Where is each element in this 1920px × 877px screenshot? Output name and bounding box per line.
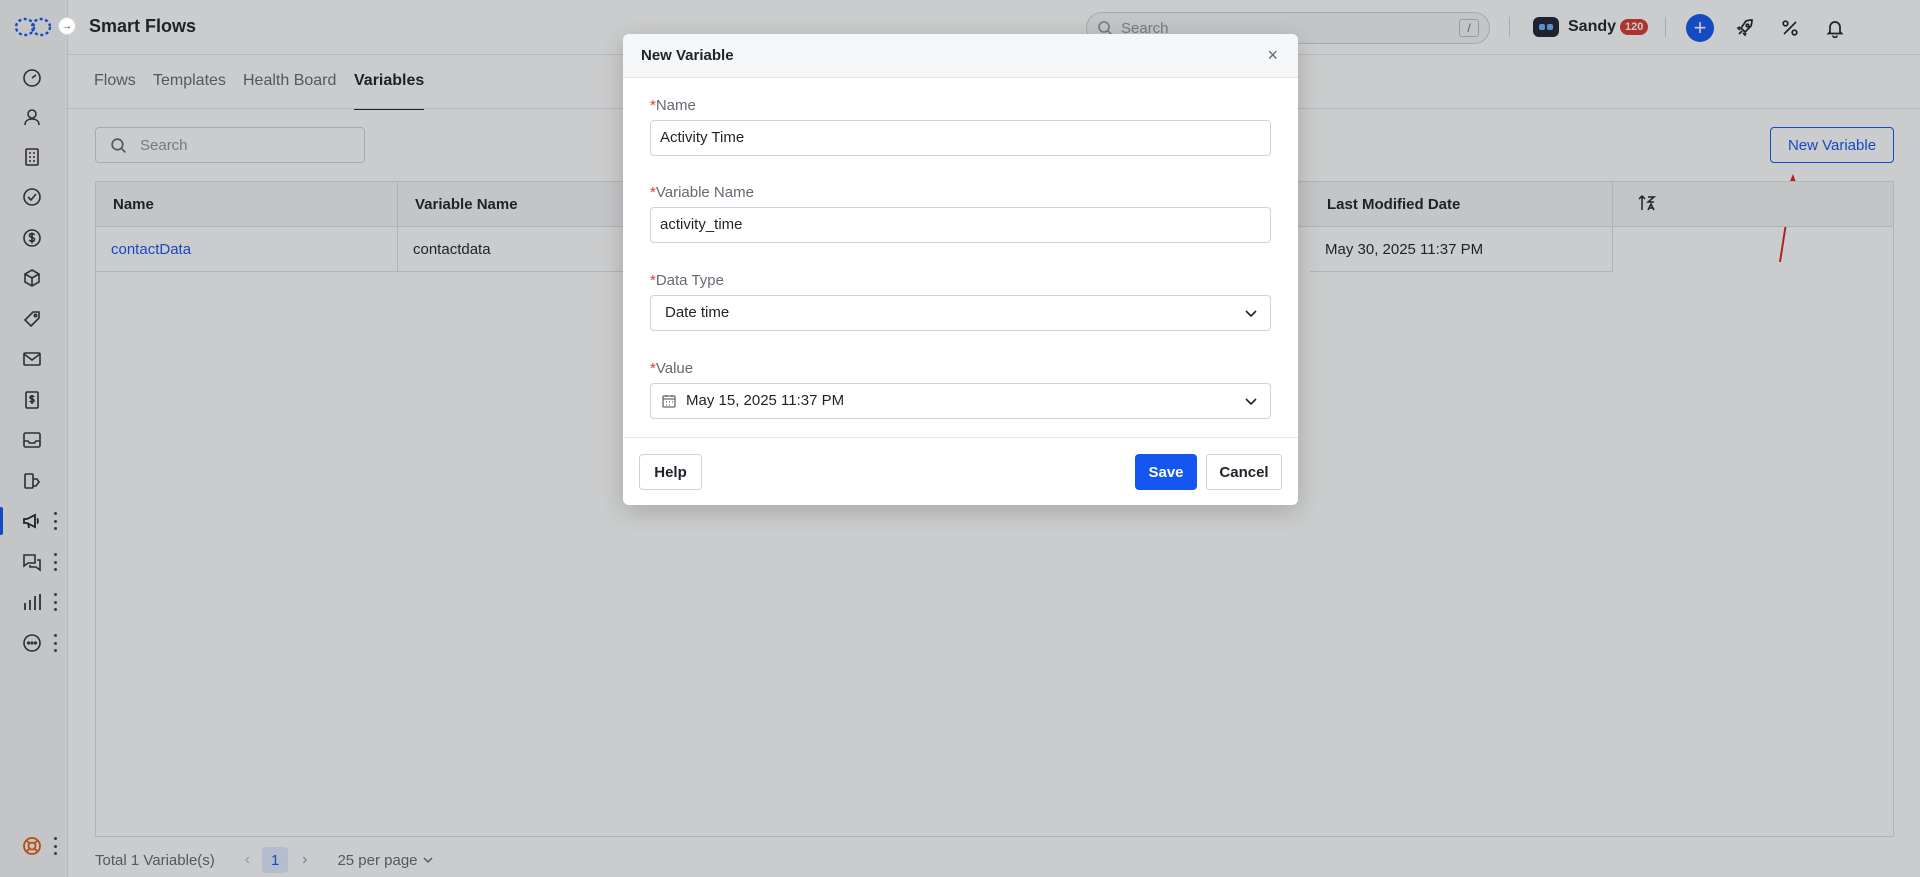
dialog-title: New Variable [641,47,734,64]
value-datetime-picker[interactable]: May 15, 2025 11:37 PM [650,383,1271,419]
variable-name-label: *Variable Name [650,184,754,201]
dialog-header: New Variable × [623,34,1298,78]
chevron-down-icon [1245,310,1257,318]
name-field[interactable]: Activity Time [650,120,1271,156]
data-type-label: *Data Type [650,272,724,289]
name-label: *Name [650,97,696,114]
calendar-icon [662,395,676,408]
help-button[interactable]: Help [639,454,702,490]
data-type-select[interactable]: Date time [650,295,1271,331]
value-label: *Value [650,360,694,377]
chevron-down-icon [1245,398,1257,406]
dialog-footer: Help Save Cancel [623,437,1298,505]
cancel-button[interactable]: Cancel [1206,454,1282,490]
expand-sidebar-button[interactable]: → [58,17,76,35]
variable-name-field[interactable]: activity_time [650,207,1271,243]
new-variable-dialog: New Variable × *Name Activity Time *Vari… [623,34,1298,505]
save-button[interactable]: Save [1135,454,1197,490]
close-icon[interactable]: × [1267,45,1278,66]
